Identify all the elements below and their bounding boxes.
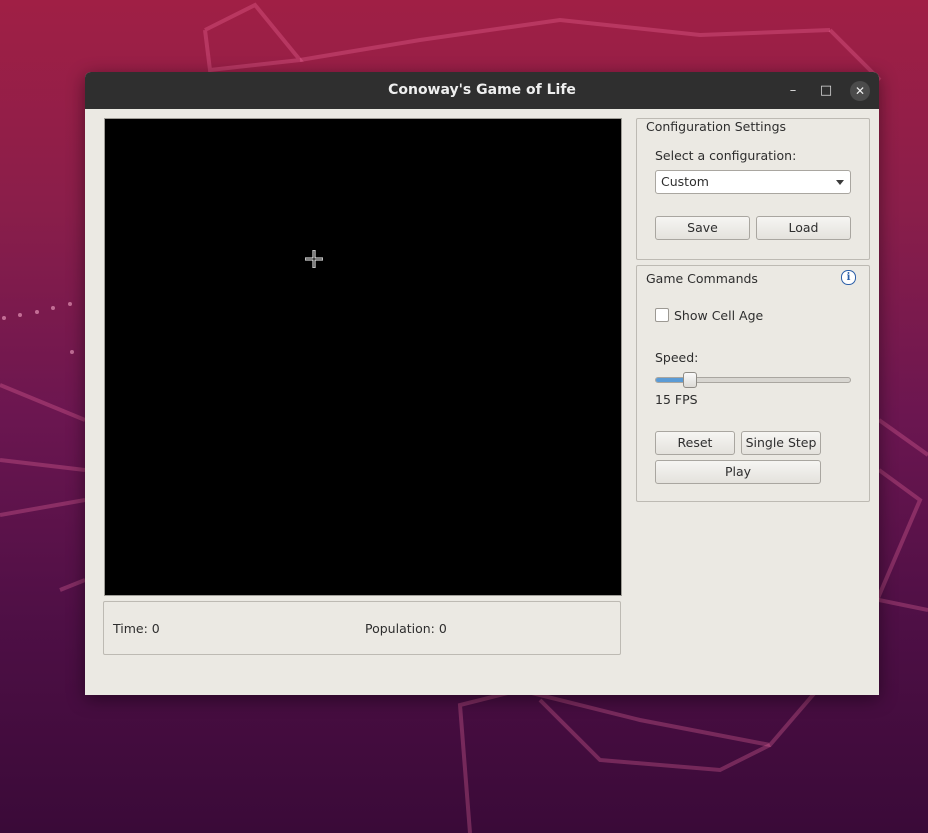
speed-slider[interactable] xyxy=(655,372,851,388)
show-cell-age-label[interactable]: Show Cell Age xyxy=(674,308,763,323)
life-grid-canvas[interactable] xyxy=(104,118,622,596)
app-window: Conoway's Game of Life – □ ✕ Time: 0 Pop… xyxy=(85,72,879,695)
population-label: Population: 0 xyxy=(365,621,447,636)
info-icon[interactable]: i xyxy=(841,270,856,285)
window-title: Conoway's Game of Life xyxy=(388,82,576,98)
speed-value-label: 15 FPS xyxy=(655,392,698,407)
play-button[interactable]: Play xyxy=(655,460,821,484)
single-step-button[interactable]: Single Step xyxy=(741,431,821,455)
reset-button[interactable]: Reset xyxy=(655,431,735,455)
close-button[interactable]: ✕ xyxy=(850,81,870,101)
show-cell-age-checkbox[interactable] xyxy=(655,308,669,322)
configuration-select[interactable]: Custom xyxy=(655,170,851,194)
time-label: Time: 0 xyxy=(113,621,160,636)
speed-label: Speed: xyxy=(655,350,699,365)
maximize-button[interactable]: □ xyxy=(816,81,836,101)
speed-slider-handle[interactable] xyxy=(683,372,697,388)
load-button[interactable]: Load xyxy=(756,216,851,240)
save-button[interactable]: Save xyxy=(655,216,750,240)
game-commands-group: Game Commands i Show Cell Age Speed: 15 … xyxy=(636,265,870,502)
status-panel: Time: 0 Population: 0 xyxy=(103,601,621,655)
configuration-select-value: Custom xyxy=(661,174,709,189)
crosshair-cursor-icon xyxy=(305,250,323,268)
minimize-button[interactable]: – xyxy=(783,81,803,101)
configuration-settings-title: Configuration Settings xyxy=(646,119,787,134)
configuration-settings-group: Configuration Settings Select a configur… xyxy=(636,118,870,260)
select-configuration-label: Select a configuration: xyxy=(655,148,797,163)
chevron-down-icon xyxy=(836,180,844,185)
title-bar[interactable]: Conoway's Game of Life – □ ✕ xyxy=(85,72,879,109)
game-commands-title: Game Commands xyxy=(646,271,758,286)
